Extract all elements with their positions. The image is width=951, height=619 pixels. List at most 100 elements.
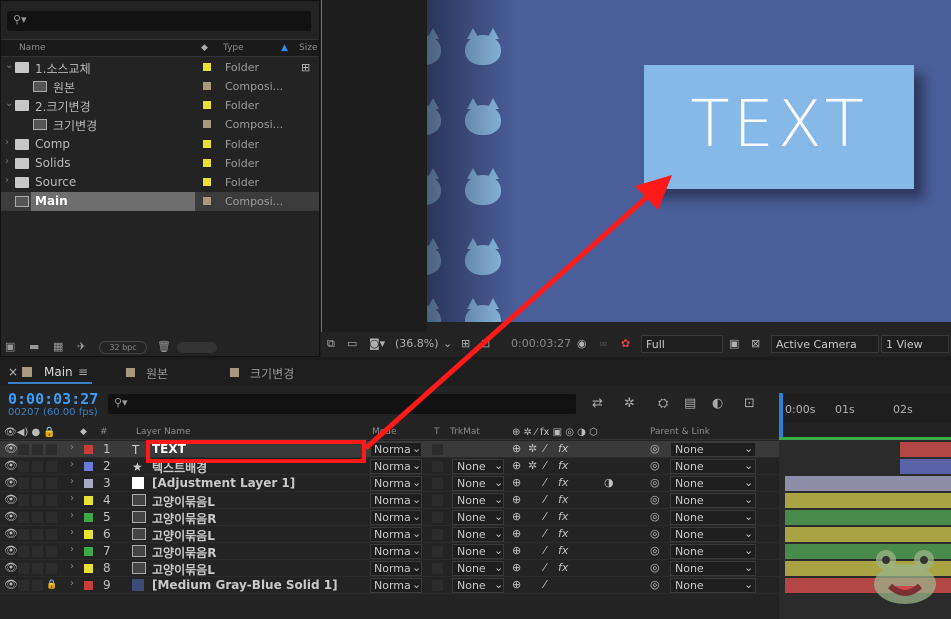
- new-folder-icon[interactable]: ▬: [29, 340, 39, 353]
- solo-toggle[interactable]: [32, 580, 43, 591]
- eye-icon[interactable]: 👁: [4, 510, 18, 523]
- quality-switch-icon[interactable]: ⁄: [544, 476, 546, 489]
- quality-switch-icon[interactable]: ⁄: [544, 459, 546, 472]
- layer-label-color[interactable]: [84, 530, 93, 539]
- label-color-swatch[interactable]: [203, 197, 211, 205]
- shy-switch-icon[interactable]: ⊕: [512, 527, 521, 540]
- preserve-transparency-toggle[interactable]: [432, 495, 443, 506]
- mode-dropdown-icon[interactable]: ⌄: [412, 510, 421, 523]
- quality-switch-icon[interactable]: ⁄: [544, 493, 546, 506]
- layer-row[interactable]: 👁 🔒 › 9 [Medium Gray-Blue Solid 1] Norma ⌄ None…: [0, 577, 951, 594]
- quality-switch-icon[interactable]: ⁄: [544, 527, 546, 540]
- layer-row[interactable]: 👁 › 5 고양이묶음R Norma ⌄ None ⌄ ⊕ ⁄ fx ◎ None ⌄: [0, 509, 951, 526]
- shy-switch-icon[interactable]: ⊕: [512, 561, 521, 574]
- interpret-footage-icon[interactable]: ▣: [5, 340, 15, 353]
- close-icon[interactable]: ×: [8, 365, 18, 379]
- layer-label-color[interactable]: [84, 479, 93, 488]
- collapse-switch-icon[interactable]: ✲: [528, 459, 537, 472]
- solo-toggle[interactable]: [32, 444, 43, 455]
- mode-dropdown-icon[interactable]: ⌄: [412, 578, 421, 591]
- parent-dropdown-icon[interactable]: ⌄: [744, 561, 753, 574]
- av-features-icon[interactable]: 👁◀) ● 🔒: [4, 427, 56, 438]
- solo-toggle[interactable]: [32, 461, 43, 472]
- layer-row[interactable]: 👁 › 7 고양이묶음R Norma ⌄ None ⌄ ⊕ ⁄ fx ◎ None ⌄: [0, 543, 951, 560]
- audio-toggle[interactable]: [18, 529, 29, 540]
- quality-switch-icon[interactable]: ⁄: [544, 544, 546, 557]
- project-search-input[interactable]: ⚲▾: [7, 11, 311, 31]
- layer-duration-bar[interactable]: [900, 442, 951, 457]
- parent-pickwhip-icon[interactable]: ◎: [650, 476, 660, 489]
- layer-duration-bar[interactable]: [900, 459, 951, 474]
- parent-dropdown-icon[interactable]: ⌄: [744, 476, 753, 489]
- parent-dropdown-icon[interactable]: ⌄: [744, 578, 753, 591]
- zoom-dropdown-icon[interactable]: ⌄: [443, 337, 452, 350]
- mask-visibility-icon[interactable]: ◙▾: [369, 337, 385, 350]
- bit-depth-button[interactable]: 32 bpc: [99, 341, 147, 354]
- layer-duration-bar[interactable]: [785, 527, 951, 542]
- layer-row[interactable]: 👁 › 4 고양이묶음L Norma ⌄ None ⌄ ⊕ ⁄ fx ◎ None ⌄: [0, 492, 951, 509]
- parent-pickwhip-icon[interactable]: ◎: [650, 442, 660, 455]
- layer-label-color[interactable]: [84, 564, 93, 573]
- layer-duration-bar[interactable]: [785, 510, 951, 525]
- trash-icon[interactable]: 🗑: [157, 340, 171, 353]
- quality-switch-icon[interactable]: ⁄: [544, 510, 546, 523]
- work-area-bar[interactable]: [779, 437, 951, 440]
- tab-original[interactable]: 원본: [146, 365, 168, 382]
- project-item[interactable]: › Solids Folder: [1, 154, 319, 173]
- effects-switch-icon[interactable]: fx: [558, 442, 568, 455]
- shy-switch-icon[interactable]: ⊕: [512, 510, 521, 523]
- eye-icon[interactable]: 👁: [4, 578, 18, 591]
- t-column-header[interactable]: T: [434, 427, 440, 437]
- trkmat-dropdown-icon[interactable]: ⌄: [494, 561, 503, 574]
- parent-pickwhip-icon[interactable]: ◎: [650, 459, 660, 472]
- mode-dropdown-icon[interactable]: ⌄: [412, 544, 421, 557]
- lock-toggle[interactable]: [46, 495, 57, 506]
- mode-dropdown-icon[interactable]: ⌄: [412, 442, 421, 455]
- chevron-right-icon[interactable]: ›: [70, 493, 74, 504]
- zoom-level[interactable]: (36.8%): [395, 337, 439, 350]
- panel-menu-icon[interactable]: ≡: [78, 365, 88, 379]
- render-icon[interactable]: ✈: [77, 340, 86, 353]
- parent-dropdown-icon[interactable]: ⌄: [744, 544, 753, 557]
- chevron-right-icon[interactable]: ›: [5, 156, 9, 167]
- preserve-transparency-toggle[interactable]: [432, 580, 443, 591]
- playhead[interactable]: [779, 393, 783, 438]
- effects-switch-icon[interactable]: fx: [558, 459, 568, 472]
- mode-column-header[interactable]: Mode: [372, 427, 397, 437]
- eye-icon[interactable]: 👁: [4, 476, 18, 489]
- eye-icon[interactable]: 👁: [4, 544, 18, 557]
- layer-label-color[interactable]: [84, 496, 93, 505]
- timeline-search-input[interactable]: ⚲▾: [108, 394, 576, 414]
- eye-icon[interactable]: 👁: [4, 493, 18, 506]
- chevron-right-icon[interactable]: ›: [5, 137, 9, 148]
- chevron-down-icon[interactable]: ⌄: [5, 60, 13, 71]
- mode-dropdown-icon[interactable]: ⌄: [412, 527, 421, 540]
- layer-label-color[interactable]: [84, 513, 93, 522]
- eye-icon[interactable]: 👁: [4, 527, 18, 540]
- shy-switch-icon[interactable]: ⊕: [512, 493, 521, 506]
- current-timecode[interactable]: 0:00:03:27: [8, 390, 98, 408]
- frame-blending-icon[interactable]: ▤: [684, 396, 696, 411]
- effects-switch-icon[interactable]: fx: [558, 561, 568, 574]
- mode-dropdown-icon[interactable]: ⌄: [412, 459, 421, 472]
- effects-switch-icon[interactable]: fx: [558, 527, 568, 540]
- viewer-timecode[interactable]: 0:00:03:27: [511, 337, 571, 350]
- label-color-swatch[interactable]: [203, 63, 211, 71]
- time-ruler[interactable]: 0:00s 01s 02s: [779, 393, 951, 423]
- audio-toggle[interactable]: [18, 444, 29, 455]
- layer-row[interactable]: 👁 › 6 고양이묶음L Norma ⌄ None ⌄ ⊕ ⁄ fx ◎ None ⌄: [0, 526, 951, 543]
- project-item[interactable]: ⌄ 1.소스교체 Folder: [1, 58, 319, 77]
- eye-icon[interactable]: 👁: [4, 459, 18, 472]
- audio-toggle[interactable]: [18, 495, 29, 506]
- effects-switch-icon[interactable]: fx: [558, 493, 568, 506]
- lock-toggle[interactable]: 🔒: [46, 580, 57, 591]
- layer-row[interactable]: 👁 › 1 T TEXT Norma ⌄ ⊕ ✲ ⁄ fx ◎ None ⌄: [0, 441, 951, 458]
- always-preview-icon[interactable]: ⧉: [327, 337, 335, 351]
- shy-switch-icon[interactable]: ⊕: [512, 578, 521, 591]
- project-item[interactable]: › Comp Folder: [1, 135, 319, 154]
- lock-toggle[interactable]: [46, 512, 57, 523]
- size-column-header[interactable]: Size: [299, 43, 317, 53]
- audio-toggle[interactable]: [18, 512, 29, 523]
- tab-main[interactable]: Main: [44, 365, 73, 379]
- layer-duration-bar[interactable]: [785, 476, 951, 491]
